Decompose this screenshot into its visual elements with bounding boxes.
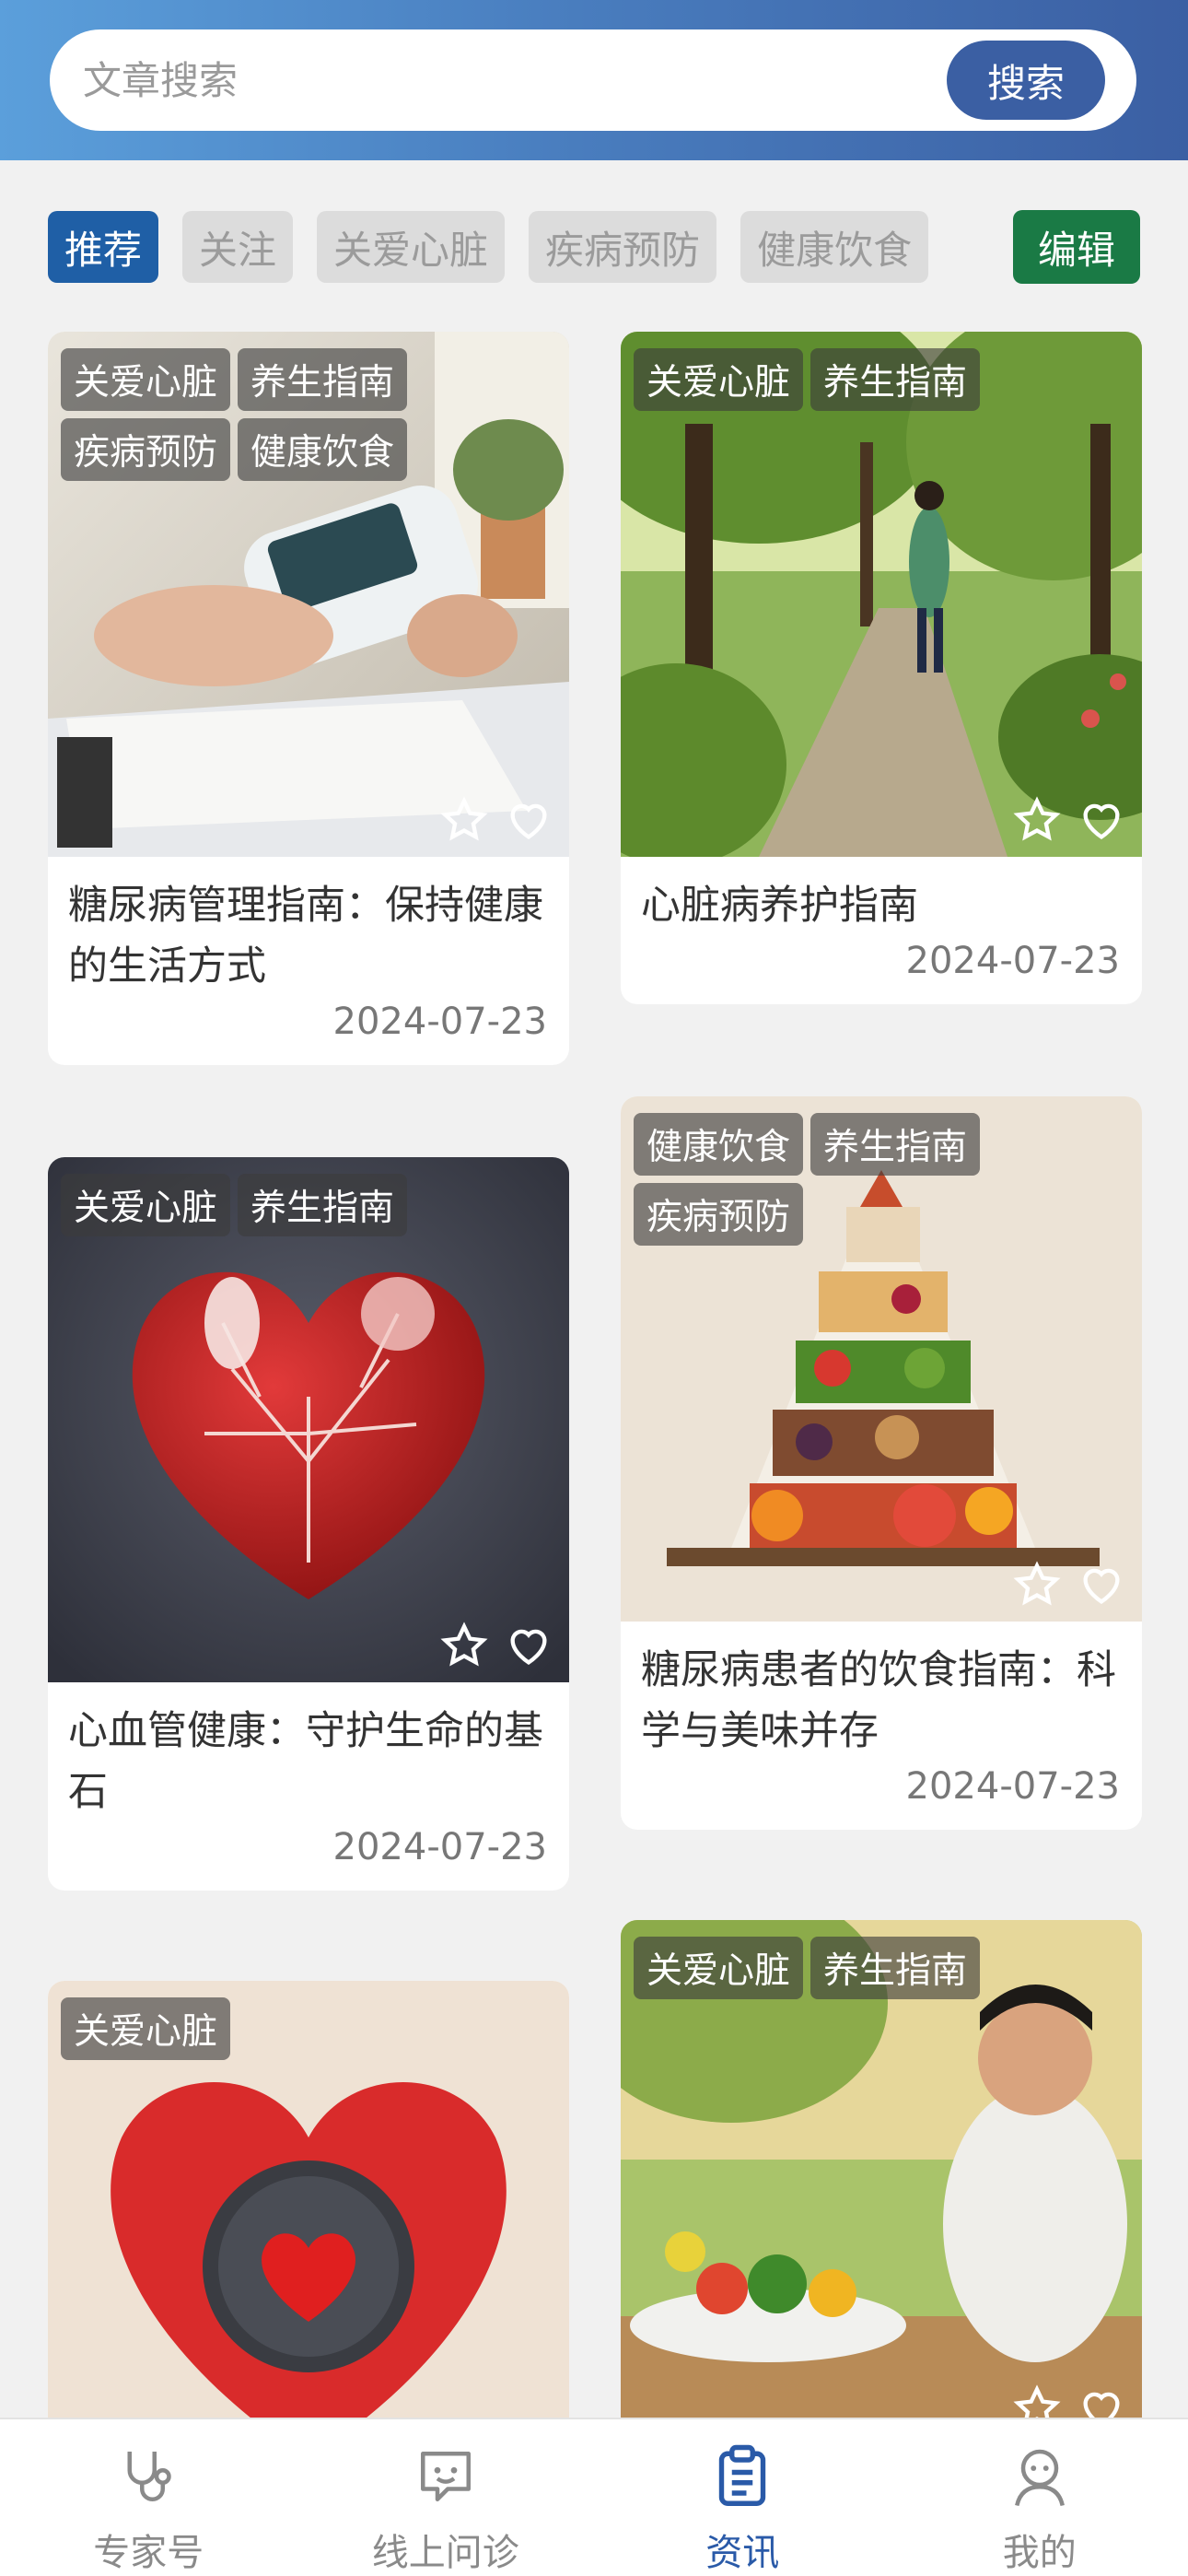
article-title: 糖尿病患者的饮食指南：科学与美味并存 xyxy=(641,1647,1116,1754)
heart-icon[interactable] xyxy=(1077,1561,1125,1609)
tag: 健康饮食 xyxy=(634,1113,804,1176)
article-title: 心血管健康：守护生命的基石 xyxy=(68,1708,543,1815)
search-button[interactable]: 搜索 xyxy=(947,41,1105,120)
article-image: 关爱心脏 养生指南 疾病预防 健康饮食 xyxy=(48,332,569,857)
tag: 关爱心脏 xyxy=(634,348,804,411)
star-icon[interactable] xyxy=(440,796,488,844)
tabbar-label: 线上问诊 xyxy=(371,2532,519,2574)
article-card[interactable]: 健康饮食 养生指南 疾病预防 糖尿病患者的饮食指南：科学与美味并存 2024-0… xyxy=(621,1096,1142,1830)
tab-follow[interactable]: 关注 xyxy=(182,211,294,283)
tag: 疾病预防 xyxy=(634,1183,804,1246)
tag: 关爱心脏 xyxy=(61,348,231,411)
tag-list: 关爱心脏 养生指南 xyxy=(634,348,1129,411)
header: 搜索 xyxy=(0,0,1188,160)
star-icon[interactable] xyxy=(1013,1561,1061,1609)
tabbar-label: 资讯 xyxy=(705,2532,780,2574)
tag-list: 关爱心脏 养生指南 xyxy=(61,1174,556,1236)
article-image: 健康饮食 养生指南 疾病预防 xyxy=(621,1096,1142,1622)
article-date: 2024-07-23 xyxy=(905,940,1120,982)
search-input[interactable] xyxy=(83,29,912,131)
tag-list: 关爱心脏 养生指南 疾病预防 健康饮食 xyxy=(61,348,556,481)
tabbar-item-news[interactable]: 资讯 xyxy=(594,2419,891,2576)
article-card[interactable]: 关爱心脏 养生指南 心血管健康：守护生命的基石 2024-07-23 xyxy=(48,1157,569,1891)
tab-recommend[interactable]: 推荐 xyxy=(48,211,159,283)
tag: 关爱心脏 xyxy=(61,1174,231,1236)
tag-list: 关爱心脏 养生指南 xyxy=(634,1937,1129,1999)
article-card[interactable]: 关爱心脏 养生指南 心脏病养护指南 2024-07-23 xyxy=(621,332,1142,1004)
tag: 关爱心脏 xyxy=(61,1997,231,2060)
tabbar-label: 我的 xyxy=(1002,2532,1077,2574)
tag: 养生指南 xyxy=(238,1174,408,1236)
tabbar-item-consult[interactable]: 线上问诊 xyxy=(297,2419,595,2576)
tab-healthy-diet[interactable]: 健康饮食 xyxy=(740,211,929,283)
tag: 养生指南 xyxy=(810,1937,981,1999)
user-icon xyxy=(1014,2449,1065,2507)
heart-icon[interactable] xyxy=(505,1622,553,1669)
tab-heart-care[interactable]: 关爱心脏 xyxy=(317,211,506,283)
tag: 养生指南 xyxy=(810,348,981,411)
stethoscope-icon xyxy=(127,2452,171,2501)
tabbar-item-profile[interactable]: 我的 xyxy=(891,2419,1188,2576)
tabbar-label: 专家号 xyxy=(93,2532,204,2574)
bottom-tab-bar: 专家号 线上问诊 资讯 我的 xyxy=(0,2418,1188,2576)
tag: 养生指南 xyxy=(810,1113,981,1176)
clipboard-icon xyxy=(719,2444,766,2506)
tab-disease-prevention[interactable]: 疾病预防 xyxy=(529,211,717,283)
article-image: 关爱心脏 养生指南 xyxy=(621,332,1142,857)
search-bar: 搜索 xyxy=(50,29,1136,131)
article-image: 关爱心脏 养生指南 xyxy=(621,1920,1142,2445)
article-title: 糖尿病管理指南：保持健康的生活方式 xyxy=(68,883,543,989)
heart-icon[interactable] xyxy=(1077,796,1125,844)
tabbar-item-experts[interactable]: 专家号 xyxy=(0,2419,297,2576)
article-card[interactable]: 关爱心脏 养生指南 疾病预防 健康饮食 糖尿病管理指南：保持健康的生活方式 20… xyxy=(48,332,569,1065)
star-icon[interactable] xyxy=(1013,796,1061,844)
article-date: 2024-07-23 xyxy=(905,1765,1120,1808)
article-card[interactable]: 关爱心脏 养生指南 xyxy=(621,1920,1142,2445)
tag: 关爱心脏 xyxy=(634,1937,804,1999)
article-date: 2024-07-23 xyxy=(332,1826,547,1868)
tag: 健康饮食 xyxy=(238,418,408,481)
star-icon[interactable] xyxy=(440,1622,488,1669)
heart-icon[interactable] xyxy=(505,796,553,844)
chat-bubble-icon xyxy=(420,2452,471,2501)
tag-list: 健康饮食 养生指南 疾病预防 xyxy=(634,1113,1129,1246)
tag: 养生指南 xyxy=(238,348,408,411)
article-date: 2024-07-23 xyxy=(332,1001,547,1043)
tag: 疾病预防 xyxy=(61,418,231,481)
category-tabs: 推荐 关注 关爱心脏 疾病预防 健康饮食 xyxy=(48,210,984,284)
tag-list: 关爱心脏 xyxy=(61,1997,556,2060)
article-title: 心脏病养护指南 xyxy=(641,883,918,929)
article-image: 关爱心脏 养生指南 xyxy=(48,1157,569,1682)
edit-categories-button[interactable]: 编辑 xyxy=(1013,210,1140,284)
